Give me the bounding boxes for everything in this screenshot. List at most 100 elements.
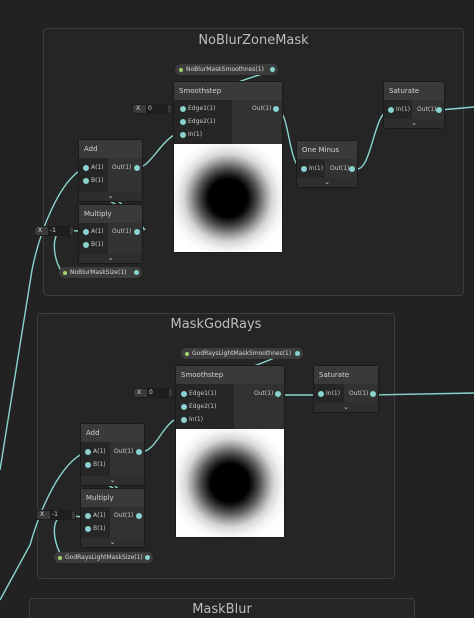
float-property-icon bbox=[63, 270, 67, 275]
input-port-edge2[interactable] bbox=[180, 119, 186, 125]
output-port[interactable] bbox=[145, 555, 150, 560]
port-label: Out(1) bbox=[114, 448, 134, 455]
port-label: Out(1) bbox=[112, 228, 132, 235]
output-port[interactable] bbox=[134, 270, 139, 275]
node-title: Saturate bbox=[384, 82, 444, 100]
output-port[interactable] bbox=[273, 106, 279, 112]
value-input[interactable]: 0 bbox=[147, 389, 169, 397]
input-port-a[interactable] bbox=[83, 229, 89, 235]
port-label: A(1) bbox=[91, 164, 104, 171]
x-value-field[interactable]: X 0 bbox=[133, 388, 173, 398]
port-label: B(1) bbox=[93, 525, 106, 532]
port-label: Out(1) bbox=[417, 106, 437, 113]
node-saturate[interactable]: Saturate In(1) Out(1) ⌄ bbox=[384, 82, 444, 128]
input-port-a[interactable] bbox=[83, 165, 89, 171]
axis-label: X bbox=[137, 389, 142, 396]
output-port[interactable] bbox=[370, 391, 376, 397]
port-label: A(1) bbox=[93, 448, 106, 455]
output-port[interactable] bbox=[136, 513, 142, 519]
output-port[interactable] bbox=[136, 449, 142, 455]
input-port-in[interactable] bbox=[388, 107, 394, 113]
input-port-b[interactable] bbox=[83, 242, 89, 248]
port-label: In(1) bbox=[309, 165, 324, 172]
collapse-icon[interactable]: ⌄ bbox=[81, 538, 144, 547]
port-label: In(1) bbox=[189, 416, 204, 423]
output-port[interactable] bbox=[134, 165, 140, 171]
node-preview bbox=[176, 429, 284, 537]
port-label: B(1) bbox=[91, 177, 104, 184]
port-label: Edge2(1) bbox=[188, 118, 216, 125]
node-title: Add bbox=[79, 140, 142, 158]
collapse-icon[interactable]: ⌄ bbox=[384, 119, 444, 128]
node-multiply[interactable]: Multiply A(1) B(1) Out(1) ⌄ bbox=[79, 205, 142, 263]
port-label: In(1) bbox=[326, 390, 341, 397]
collapse-icon[interactable]: ⌄ bbox=[79, 192, 142, 201]
input-port-b[interactable] bbox=[83, 178, 89, 184]
node-oneminus[interactable]: One Minus In(1) Out(1) ⌄ bbox=[297, 141, 357, 187]
node-preview bbox=[174, 144, 282, 252]
input-port-edge2[interactable] bbox=[181, 404, 187, 410]
axis-label: X bbox=[136, 105, 141, 112]
axis-label: X bbox=[40, 511, 45, 518]
output-port[interactable] bbox=[349, 166, 355, 172]
node-multiply[interactable]: Multiply A(1) B(1) Out(1) ⌄ bbox=[81, 489, 144, 547]
node-add[interactable]: Add A(1) B(1) Out(1) ⌄ bbox=[81, 424, 144, 485]
node-title: Smoothstep bbox=[176, 366, 284, 384]
property-godrayslightmasksmoothness[interactable]: GodRaysLightMaskSmoothnes(1) bbox=[181, 348, 303, 359]
property-label: GodRaysLightMaskSmoothnes(1) bbox=[192, 350, 292, 357]
input-port-b[interactable] bbox=[85, 526, 91, 532]
collapse-icon[interactable]: ⌄ bbox=[81, 476, 144, 485]
x-value-field[interactable]: X 0 bbox=[132, 104, 172, 114]
output-port[interactable] bbox=[134, 229, 140, 235]
output-port[interactable] bbox=[275, 391, 281, 397]
node-title: Saturate bbox=[314, 366, 378, 384]
x-value-field[interactable]: X -1 bbox=[34, 226, 74, 236]
output-port[interactable] bbox=[270, 67, 275, 72]
port-label: B(1) bbox=[93, 461, 106, 468]
port-label: Out(1) bbox=[114, 512, 134, 519]
port-label: Out(1) bbox=[112, 164, 132, 171]
port-label: In(1) bbox=[396, 106, 411, 113]
value-input[interactable]: -1 bbox=[48, 227, 70, 235]
input-port-in[interactable] bbox=[180, 132, 186, 138]
input-port-in[interactable] bbox=[318, 391, 324, 397]
port-label: In(1) bbox=[188, 131, 203, 138]
port-label: Out(1) bbox=[349, 390, 369, 397]
port-label: A(1) bbox=[91, 228, 104, 235]
property-label: GodRaysLightMaskSize(1) bbox=[65, 554, 143, 561]
x-value-field[interactable]: X -1 bbox=[36, 510, 76, 520]
port-label: B(1) bbox=[91, 241, 104, 248]
float-property-icon bbox=[185, 351, 189, 356]
collapse-icon[interactable]: ⌄ bbox=[314, 403, 378, 412]
node-smoothstep[interactable]: Smoothstep Edge1(1) Edge2(1) In(1) Out(1… bbox=[174, 82, 282, 252]
node-title: One Minus bbox=[297, 141, 357, 159]
input-port-edge1[interactable] bbox=[180, 106, 186, 112]
input-port-b[interactable] bbox=[85, 462, 91, 468]
value-input[interactable]: -1 bbox=[50, 511, 72, 519]
float-property-icon bbox=[58, 555, 62, 560]
port-label: A(1) bbox=[93, 512, 106, 519]
input-port-a[interactable] bbox=[85, 449, 91, 455]
node-title: Multiply bbox=[81, 489, 144, 507]
output-port[interactable] bbox=[436, 107, 442, 113]
node-title: Multiply bbox=[79, 205, 142, 223]
port-label: Edge1(1) bbox=[188, 105, 216, 112]
port-label: Out(1) bbox=[254, 390, 274, 397]
property-noblurmasksmoothness[interactable]: NoBlurMaskSmoothnes(1) bbox=[175, 64, 278, 75]
input-port-in[interactable] bbox=[301, 166, 307, 172]
collapse-icon[interactable]: ⌄ bbox=[79, 254, 142, 263]
node-smoothstep[interactable]: Smoothstep Edge1(1) Edge2(1) In(1) Out(1… bbox=[176, 366, 284, 537]
node-title: Add bbox=[81, 424, 144, 442]
input-port-edge1[interactable] bbox=[181, 391, 187, 397]
node-add[interactable]: Add A(1) B(1) Out(1) ⌄ bbox=[79, 140, 142, 201]
port-label: Edge1(1) bbox=[189, 390, 217, 397]
output-port[interactable] bbox=[295, 351, 300, 356]
input-port-in[interactable] bbox=[181, 417, 187, 423]
node-saturate[interactable]: Saturate In(1) Out(1) ⌄ bbox=[314, 366, 378, 412]
property-noblurmasksize[interactable]: NoBlurMaskSize(1) bbox=[59, 267, 142, 278]
input-port-a[interactable] bbox=[85, 513, 91, 519]
property-godrayslightmasksize[interactable]: GodRaysLightMaskSize(1) bbox=[54, 552, 153, 563]
value-input[interactable]: 0 bbox=[146, 105, 168, 113]
collapse-icon[interactable]: ⌄ bbox=[297, 178, 357, 187]
node-title: Smoothstep bbox=[174, 82, 282, 100]
